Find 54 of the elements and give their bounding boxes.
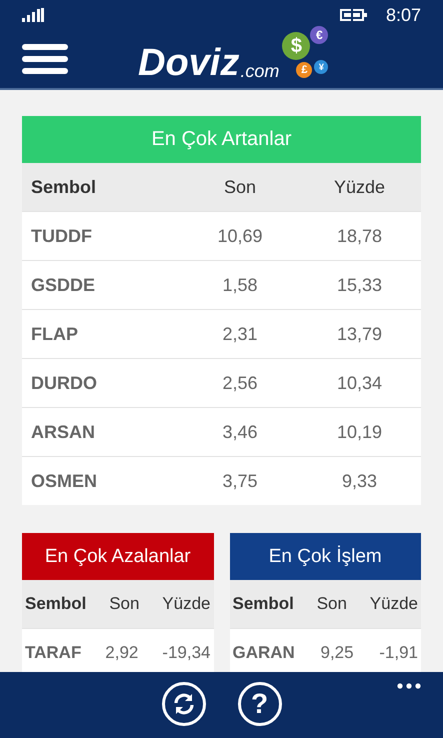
table-cell: 2,92	[105, 643, 138, 663]
table-row[interactable]: OSMEN 3,75 9,33	[22, 456, 421, 505]
coin-icon: £	[296, 62, 312, 78]
table-cell-text: 2,31	[221, 324, 259, 344]
table-cell-text: ARSAN	[30, 422, 96, 442]
table-cell-text: DURDO	[30, 372, 98, 394]
refresh-button[interactable]	[162, 682, 206, 726]
table-cell-text: 2,56	[221, 372, 259, 394]
table-cell: GARAN	[232, 643, 295, 663]
column-header: Son	[316, 594, 347, 614]
signal-icon	[22, 8, 44, 22]
table-row[interactable]: FLAP 2,31 13,79	[22, 309, 421, 358]
table-row[interactable]: ARSAN 3,46 10,19	[22, 407, 421, 456]
table-cell-text: 10,19	[336, 422, 384, 442]
table-cell-text: GSDDE	[30, 274, 96, 296]
more-icon[interactable]	[397, 683, 421, 689]
logo-text: Doviz	[138, 44, 240, 82]
table-cell-text: 15,33	[336, 274, 384, 296]
table-cell-text: 1,58	[221, 274, 259, 296]
column-header: Yüzde	[370, 594, 418, 614]
table-cell-text: FLAP	[30, 324, 79, 344]
coin-icon: €	[310, 26, 328, 44]
table-cell-text: 13,79	[336, 324, 384, 344]
table-row[interactable]: TUDDF 10,69 18,78	[22, 211, 421, 260]
table-cell: -1,91	[379, 643, 418, 663]
table-cell-text: 10,69	[216, 226, 264, 246]
column-header: Son	[222, 176, 258, 198]
table-cell-text: 3,46	[221, 422, 259, 442]
table-cell: 9,25	[320, 643, 354, 663]
table-cell-text: 18,78	[336, 226, 384, 246]
table-cell-text: OSMEN	[30, 470, 98, 492]
table-cell-text: 9,33	[340, 470, 378, 492]
section-title: En Çok İşlem	[230, 533, 421, 580]
column-header: Sembol	[30, 176, 98, 198]
clock-time: 8:07	[386, 4, 421, 26]
column-header: Yüzde	[162, 594, 210, 614]
column-header: Son	[109, 594, 140, 614]
table-cell: -19,34	[162, 643, 210, 663]
section-title: En Çok Azalanlar	[22, 533, 214, 580]
battery-charging-icon	[340, 8, 368, 22]
table-cell-text: TUDDF	[30, 226, 93, 246]
column-header: Yüzde	[332, 176, 386, 198]
table-cell-text: 3,75	[221, 470, 259, 492]
table-cell-text: 10,34	[336, 372, 384, 394]
logo-suffix: .com	[240, 61, 280, 82]
column-header: Sembol	[232, 594, 294, 614]
help-button[interactable]: ?	[238, 682, 282, 726]
column-header: Sembol	[25, 594, 86, 614]
table-row[interactable]: GSDDE 1,58 15,33	[22, 260, 421, 309]
table-row[interactable]: DURDO 2,56 10,34	[22, 358, 421, 407]
coin-icon: ¥	[314, 60, 328, 74]
coin-icon: $	[282, 32, 310, 60]
section-title: En Çok Artanlar	[22, 116, 421, 163]
table-cell: TARAF	[25, 643, 82, 663]
